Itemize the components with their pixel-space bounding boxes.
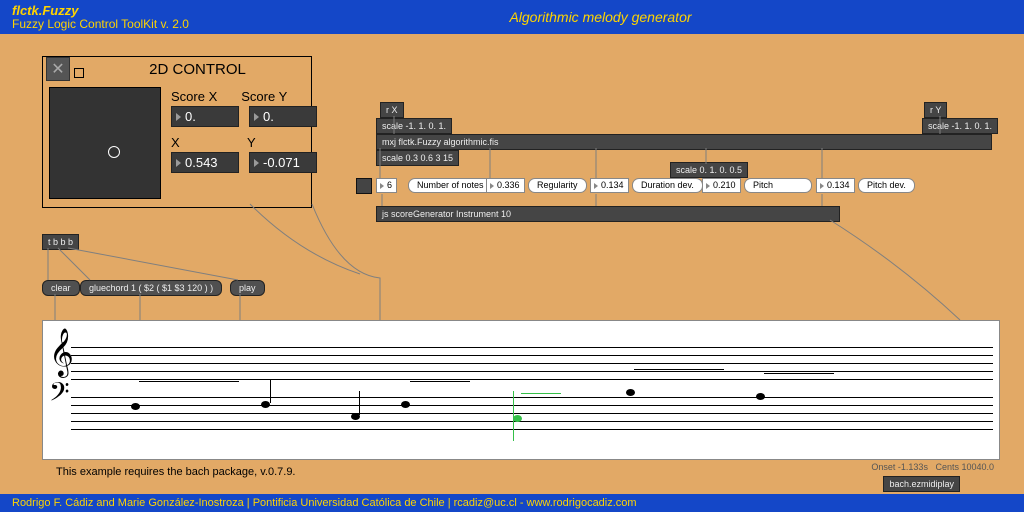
xy-pad[interactable] xyxy=(49,87,161,199)
receive-x[interactable]: r X xyxy=(380,102,404,118)
footer-bar: Rodrigo F. Cádiz and Marie González-Inos… xyxy=(0,494,1024,512)
score-x-value[interactable]: 0. xyxy=(171,106,239,127)
pitch-value[interactable]: 0.210 xyxy=(702,178,741,193)
triangle-icon xyxy=(176,113,181,121)
scale-y[interactable]: scale -1. 1. 0. 1. xyxy=(922,118,998,134)
bach-score[interactable]: 𝄞 𝄢 xyxy=(42,320,1000,460)
play-button[interactable]: play xyxy=(230,280,265,296)
playhead-cursor xyxy=(513,391,514,441)
trigger-bang[interactable]: t b b b xyxy=(42,234,79,250)
triangle-icon xyxy=(380,183,384,189)
score-x-label: Score X xyxy=(171,89,217,104)
scale-notes[interactable]: scale 0.3 0.6 3 15 xyxy=(376,150,459,166)
triangle-icon xyxy=(594,183,598,189)
y-value[interactable]: -0.071 xyxy=(249,152,317,173)
scale-x[interactable]: scale -1. 1. 0. 1. xyxy=(376,118,452,134)
patch-title: Algorithmic melody generator xyxy=(189,9,1012,25)
triangle-icon xyxy=(176,159,181,167)
lock-icon[interactable] xyxy=(74,68,84,78)
num-notes-value[interactable]: 6 xyxy=(376,178,397,193)
pitch-dev-label: Pitch dev. xyxy=(858,178,915,193)
cents-value: Cents 10040.0 xyxy=(935,462,994,472)
patcher-area: ✕ 2D CONTROL Score X Score Y 0. 0. X Y 0… xyxy=(0,34,1024,494)
app-name: flctk.Fuzzy xyxy=(12,4,189,18)
score-y-value[interactable]: 0. xyxy=(249,106,317,127)
xy-cursor xyxy=(108,146,120,158)
app-subtitle: Fuzzy Logic Control ToolKit v. 2.0 xyxy=(12,18,189,31)
bass-staff xyxy=(71,391,993,441)
regularity-label: Regularity xyxy=(528,178,587,193)
toggle-button[interactable] xyxy=(356,178,372,194)
close-icon[interactable]: ✕ xyxy=(46,57,70,81)
status-text: Onset -1.133s Cents 10040.0 xyxy=(871,462,994,472)
ezmidiplay[interactable]: bach.ezmidiplay xyxy=(883,476,960,492)
control-2d-panel: ✕ 2D CONTROL Score X Score Y 0. 0. X Y 0… xyxy=(42,56,312,208)
y-label: Y xyxy=(247,135,256,150)
score-generator[interactable]: js scoreGenerator Instrument 10 xyxy=(376,206,840,222)
triangle-icon xyxy=(706,183,710,189)
onset-value: Onset -1.133s xyxy=(871,462,928,472)
gluechord-message[interactable]: gluechord 1 ( $2 ( $1 $3 120 ) ) xyxy=(80,280,222,296)
duration-dev-value[interactable]: 0.134 xyxy=(590,178,629,193)
triangle-icon xyxy=(254,159,259,167)
x-label: X xyxy=(171,135,237,150)
control-2d-title: 2D CONTROL xyxy=(84,61,311,78)
duration-dev-label: Duration dev. xyxy=(632,178,703,193)
scale-pitch[interactable]: scale 0. 1. 0. 0.5 xyxy=(670,162,748,178)
bass-clef-icon: 𝄢 xyxy=(49,379,70,411)
treble-staff xyxy=(71,341,993,391)
clear-button[interactable]: clear xyxy=(42,280,80,296)
regularity-value[interactable]: 0.336 xyxy=(486,178,525,193)
receive-y[interactable]: r Y xyxy=(924,102,947,118)
triangle-icon xyxy=(490,183,494,189)
num-notes-label: Number of notes xyxy=(408,178,493,193)
x-value[interactable]: 0.543 xyxy=(171,152,239,173)
fuzzy-object[interactable]: mxj flctk.Fuzzy algorithmic.fis xyxy=(376,134,992,150)
triangle-icon xyxy=(820,183,824,189)
pitch-label: Pitch xyxy=(744,178,812,193)
triangle-icon xyxy=(254,113,259,121)
pitch-dev-value[interactable]: 0.134 xyxy=(816,178,855,193)
score-y-label: Score Y xyxy=(241,89,287,104)
title-bar: flctk.Fuzzy Fuzzy Logic Control ToolKit … xyxy=(0,0,1024,34)
requirement-text: This example requires the bach package, … xyxy=(56,466,296,478)
footer-credits: Rodrigo F. Cádiz and Marie González-Inos… xyxy=(12,497,637,509)
